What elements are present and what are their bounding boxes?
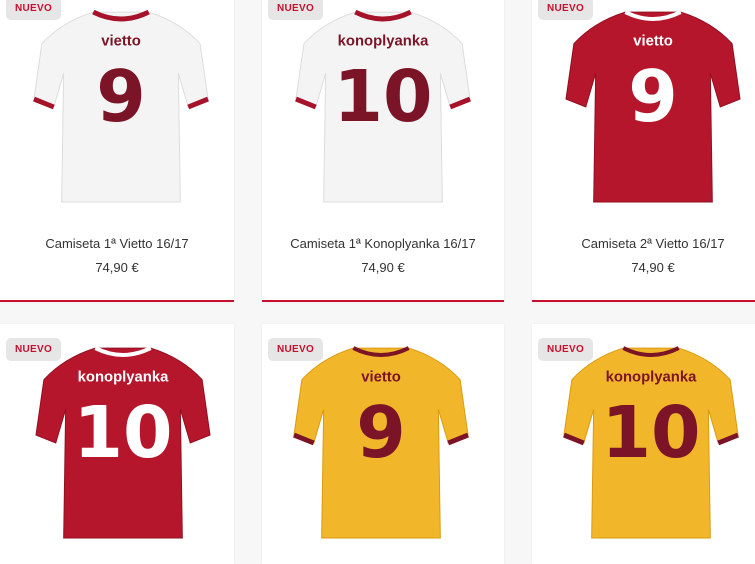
product-title[interactable]: Camiseta 1ª Vietto 16/17 [0, 236, 234, 251]
jersey-image[interactable]: konoplyanka 10 [34, 338, 212, 550]
jersey-name: vietto [633, 34, 673, 50]
jersey-image[interactable]: konoplyanka 10 [294, 2, 472, 214]
jersey-number: 9 [628, 55, 678, 138]
jersey-name: konoplyanka [78, 370, 169, 386]
product-card[interactable]: NUEVO vietto 9 [262, 324, 504, 564]
jersey-number: 9 [96, 55, 146, 138]
product-card[interactable]: NUEVO vietto 9 Camiseta 2ª Vietto 16/17 … [532, 0, 755, 302]
jersey-image[interactable]: vietto 9 [292, 338, 470, 550]
product-card[interactable]: NUEVO vietto 9 Camiseta 1ª Vietto 16/17 … [0, 0, 234, 302]
jersey-image[interactable]: vietto 9 [564, 2, 742, 214]
jersey-number: 10 [601, 391, 700, 474]
jersey-image[interactable]: vietto 9 [32, 2, 210, 214]
jersey-number: 10 [333, 55, 432, 138]
product-title[interactable]: Camiseta 2ª Vietto 16/17 [532, 236, 755, 251]
product-title[interactable]: Camiseta 1ª Konoplyanka 16/17 [262, 236, 504, 251]
jersey-name: vietto [101, 34, 141, 50]
product-card[interactable]: NUEVO konoplyanka 10 [0, 324, 234, 564]
product-price: 74,90 € [361, 260, 405, 275]
jersey-name: konoplyanka [338, 34, 429, 50]
jersey-name: konoplyanka [606, 370, 697, 386]
jersey-number: 9 [356, 391, 406, 474]
jersey-image[interactable]: konoplyanka 10 [562, 338, 740, 550]
jersey-number: 10 [73, 391, 172, 474]
product-card[interactable]: NUEVO konoplyanka 10 [532, 324, 755, 564]
product-card[interactable]: NUEVO konoplyanka 10 Camiseta 1ª Konoply… [262, 0, 504, 302]
product-price: 74,90 € [631, 260, 675, 275]
product-price: 74,90 € [95, 260, 139, 275]
jersey-name: vietto [361, 370, 401, 386]
